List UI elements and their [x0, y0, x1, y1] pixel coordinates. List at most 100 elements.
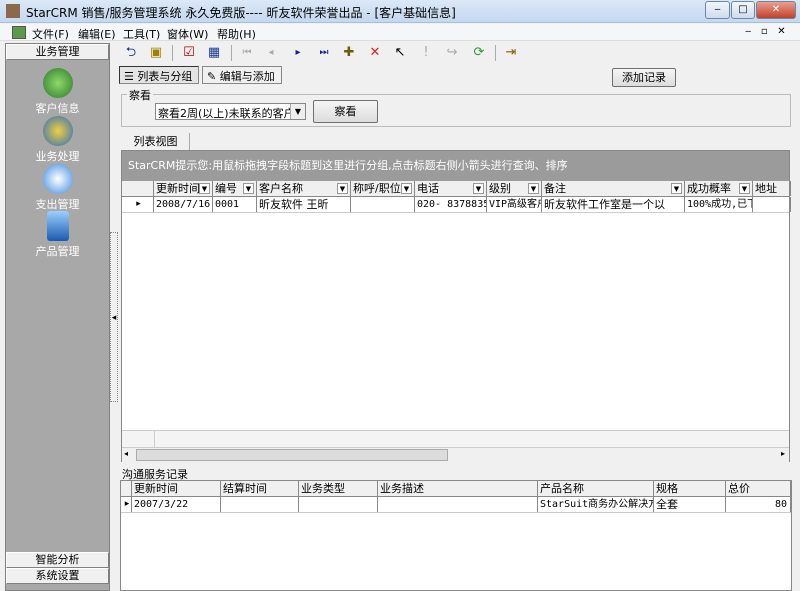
filter-dropdown-icon[interactable]: ▼ — [528, 183, 539, 194]
exit-icon[interactable]: ⇥ — [502, 44, 520, 62]
window-title: StarCRM 销售/服务管理系统 永久免费版---- 昕友软件荣誉出品 - [… — [26, 6, 456, 20]
column-header[interactable]: 业务描述 — [378, 481, 538, 496]
table-cell[interactable] — [753, 197, 791, 212]
table-cell[interactable]: VIP高级客户 — [487, 197, 542, 212]
globe-icon — [42, 116, 73, 146]
mdi-controls[interactable]: ‒ ▫ ✕ — [745, 26, 786, 37]
table-cell[interactable]: 昕友软件工作室是一个以 — [542, 197, 685, 212]
delete-icon[interactable]: ✕ — [366, 44, 384, 62]
view-group-label: 察看 — [127, 87, 153, 103]
column-header[interactable]: 成功概率 ▼ — [685, 181, 753, 196]
table-row[interactable]: ▸ 2007/3/22 StarSuit商务办公解决方 全套 80 — [121, 497, 791, 513]
menu-help[interactable]: 帮助(H) — [217, 26, 256, 42]
menu-edit[interactable]: 编辑(E) — [78, 26, 116, 42]
table-cell[interactable]: 100%成功,已下 — [685, 197, 753, 212]
view-button[interactable]: 察看 — [313, 100, 378, 123]
view-filter-select[interactable]: 察看2周(以上)未联系的客户 ▼ — [155, 103, 306, 120]
table-row[interactable]: ▸2008/7/16 0001 昕友软件 王昕 020- 83788353VIP高级客… — [122, 197, 791, 213]
table-cell[interactable]: 020- 83788353 — [415, 197, 487, 212]
column-header[interactable]: 称呼/职位 ▼ — [351, 181, 415, 196]
column-header-label: 产品名称 — [540, 482, 584, 495]
refresh-icon[interactable]: ⟳ — [470, 44, 488, 62]
back-icon[interactable]: ⮌ — [122, 44, 140, 62]
column-header[interactable]: 业务类型 — [299, 481, 378, 496]
sidebar-analysis[interactable]: 智能分析 — [6, 552, 109, 568]
cell-value: 全套 — [656, 498, 678, 511]
app-icon — [6, 4, 20, 18]
post-icon[interactable]: ! — [417, 44, 435, 62]
filter-dropdown-icon[interactable]: ▼ — [739, 183, 750, 194]
column-header[interactable]: 总价 — [726, 481, 791, 496]
minimize-button[interactable]: ‒ — [705, 1, 730, 19]
filter-dropdown-icon[interactable]: ▼ — [337, 183, 348, 194]
column-header[interactable]: 地址 — [753, 181, 791, 196]
filter-dropdown-icon[interactable]: ▼ — [671, 183, 682, 194]
sidebar-item-business[interactable]: 业务处理 — [6, 116, 109, 164]
menu-window[interactable]: 窗体(W) — [167, 26, 208, 42]
column-header-label: 更新时间 — [134, 482, 178, 495]
table-cell[interactable]: 昕友软件 王昕 — [257, 197, 351, 212]
filter-dropdown-icon[interactable]: ▼ — [243, 183, 254, 194]
chevron-down-icon[interactable]: ▼ — [290, 104, 305, 119]
view-filter-value: 察看2周(以上)未联系的客户 — [158, 107, 295, 120]
table-cell[interactable] — [378, 497, 538, 512]
filter-dropdown-icon[interactable]: ▼ — [401, 183, 412, 194]
cancel-icon[interactable]: ↪ — [443, 44, 461, 62]
splitter-handle[interactable]: ◂ — [110, 232, 118, 402]
sidebar-item-customer[interactable]: 客户信息 — [6, 68, 109, 116]
report-icon[interactable]: ☑ — [180, 44, 198, 62]
table-cell[interactable]: 80 — [726, 497, 791, 512]
grid-header: 更新时间 ▼ 编号 ▼ 客户名称 ▼ 称呼/职位 ▼ 电话 ▼ 级别 ▼ 备注 ▼ 成功概率 ▼ 地址 — [122, 181, 791, 197]
column-header[interactable]: 客户名称 ▼ — [257, 181, 351, 196]
service-grid: 更新时间 结算时间 业务类型 业务描述 产品名称 规格 总价 ▸ 2007/3/22 StarS… — [120, 480, 792, 591]
sidebar-item-product[interactable]: 产品管理 — [6, 211, 109, 259]
scrollbar-thumb[interactable] — [136, 449, 448, 461]
sidebar-settings[interactable]: 系统设置 — [6, 568, 109, 584]
first-record-icon[interactable]: ⏮ — [238, 44, 256, 62]
menu-tools[interactable]: 工具(T) — [123, 26, 160, 42]
prev-record-icon[interactable]: ◂ — [262, 44, 280, 62]
column-header[interactable]: 更新时间 — [132, 481, 221, 496]
cell-value: 80 — [774, 499, 787, 510]
save-icon[interactable]: ▣ — [147, 44, 165, 62]
column-header[interactable]: 产品名称 — [538, 481, 654, 496]
menu-file[interactable]: 文件(F) — [32, 26, 69, 42]
filter-dropdown-icon[interactable]: ▼ — [473, 183, 484, 194]
table-cell[interactable]: 0001 — [213, 197, 257, 212]
scroll-left-icon[interactable]: ◂ — [124, 449, 128, 458]
column-header[interactable]: 电话 ▼ — [415, 181, 487, 196]
add-icon[interactable]: ✚ — [340, 44, 358, 62]
table-cell[interactable]: 2007/3/22 — [132, 497, 221, 512]
column-header-label: 电话 — [417, 182, 439, 195]
table-cell[interactable] — [221, 497, 299, 512]
column-header[interactable]: 备注 ▼ — [542, 181, 685, 196]
column-header[interactable]: 级别 ▼ — [487, 181, 542, 196]
sidebar-header[interactable]: 业务管理 — [6, 44, 109, 60]
table-cell[interactable]: 2008/7/16 — [154, 197, 213, 212]
table-icon[interactable]: ▦ — [205, 44, 223, 62]
tab-list-view[interactable]: 列表视图 — [122, 133, 190, 150]
pointer-icon[interactable]: ↖ — [391, 44, 409, 62]
table-cell[interactable]: StarSuit商务办公解决方 — [538, 497, 654, 512]
table-cell[interactable] — [299, 497, 378, 512]
table-cell[interactable] — [351, 197, 415, 212]
column-header[interactable]: 编号 ▼ — [213, 181, 257, 196]
horizontal-scrollbar[interactable]: ◂ ▸ — [122, 447, 789, 462]
sidebar: 业务管理 客户信息 业务处理 支出管理 产品管理 智能分析 系统设置 — [5, 43, 110, 591]
column-header-label: 成功概率 — [687, 182, 731, 195]
sidebar-item-expense[interactable]: 支出管理 — [6, 164, 109, 212]
scroll-right-icon[interactable]: ▸ — [781, 449, 785, 458]
column-header[interactable]: 更新时间 ▼ — [154, 181, 213, 196]
add-record-button[interactable]: 添加记录 — [612, 68, 676, 87]
filter-dropdown-icon[interactable]: ▼ — [199, 183, 210, 194]
next-record-icon[interactable]: ▸ — [289, 44, 307, 62]
table-cell[interactable]: 全套 — [654, 497, 726, 512]
column-header[interactable]: 结算时间 — [221, 481, 299, 496]
close-button[interactable]: ✕ — [756, 1, 796, 19]
column-header[interactable]: 规格 — [654, 481, 726, 496]
tab-list-group[interactable]: ☰ 列表与分组 — [119, 66, 199, 84]
maximize-button[interactable]: □ — [731, 1, 755, 19]
last-record-icon[interactable]: ⏭ — [315, 44, 333, 62]
tab-edit-add[interactable]: ✎ 编辑与添加 — [202, 66, 282, 84]
document-icon — [12, 26, 26, 39]
